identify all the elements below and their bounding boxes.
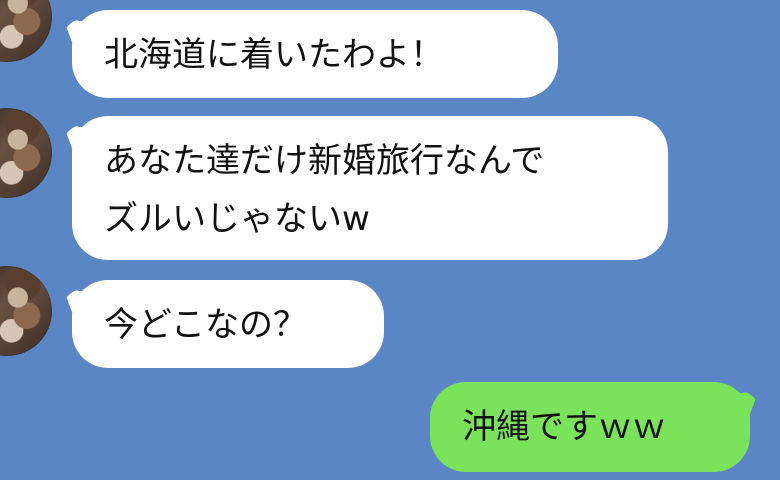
sender-avatar[interactable] xyxy=(0,266,52,356)
sender-avatar[interactable] xyxy=(0,0,52,62)
chat-thread: 北海道に着いたわよ！ あなた達だけ新婚旅行なんで ズルいじゃないw 今どこなの？… xyxy=(0,0,780,480)
sender-avatar[interactable] xyxy=(0,108,52,198)
incoming-message-bubble[interactable]: 今どこなの？ xyxy=(72,280,384,368)
message-text-line: ズルいじゃないw xyxy=(104,199,370,239)
message-text-line: 沖縄ですｗｗ xyxy=(462,407,666,447)
incoming-message-bubble[interactable]: あなた達だけ新婚旅行なんで ズルいじゃないw xyxy=(72,116,668,260)
message-text-line: 北海道に着いたわよ！ xyxy=(104,35,444,75)
outgoing-message-bubble[interactable]: 沖縄ですｗｗ xyxy=(430,382,750,472)
message-text-line: あなた達だけ新婚旅行なんで xyxy=(104,141,545,181)
message-text-line: 今どこなの？ xyxy=(104,305,307,345)
incoming-message-bubble[interactable]: 北海道に着いたわよ！ xyxy=(72,10,558,98)
